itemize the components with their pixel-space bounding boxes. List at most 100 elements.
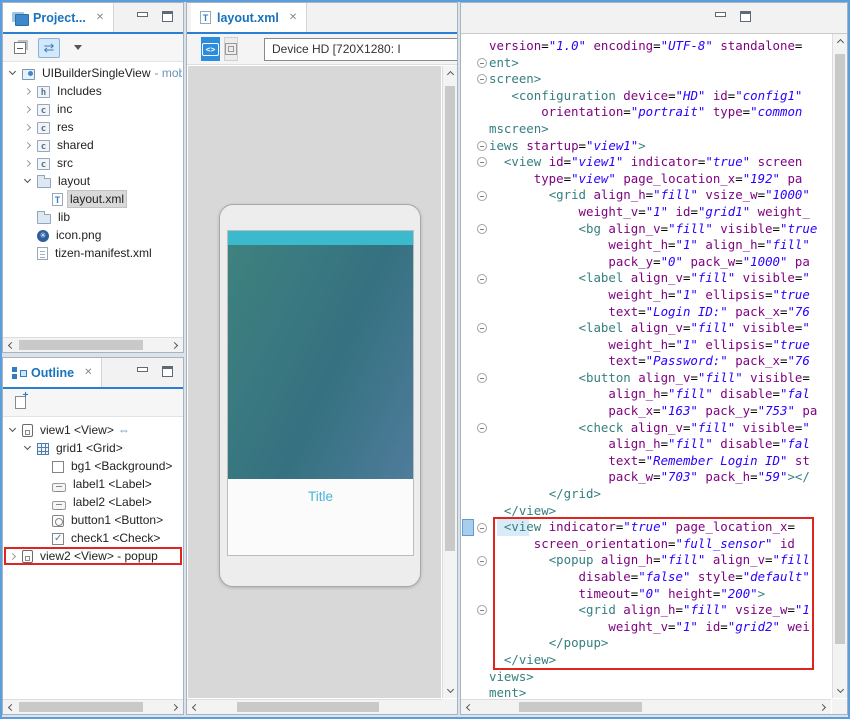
collapse-all-button[interactable] [9,38,31,58]
chevron-right-icon[interactable] [23,86,34,97]
code-line[interactable]: <bg align_v="fill" visible="true [462,221,831,238]
tab-layout-xml[interactable]: layout.xml ✕ [191,3,307,32]
scroll-down-icon[interactable] [443,683,458,698]
fold-collapse-icon[interactable] [477,523,487,533]
scroll-right-icon[interactable] [816,700,831,715]
preview-title[interactable]: Title [228,479,413,555]
scrollbar-thumb[interactable] [835,54,845,644]
code-line[interactable]: </popup> [462,635,831,652]
code-line[interactable]: <view id="view1" indicator="true" screen [462,154,831,171]
fold-collapse-icon[interactable] [477,157,487,167]
source-hscrollbar[interactable] [461,699,831,714]
code-line[interactable]: weight_h="1" ellipsis="true [462,287,831,304]
tree-item[interactable]: grid1 <Grid> [4,439,182,457]
fold-collapse-icon[interactable] [477,323,487,333]
scrollbar-thumb[interactable] [445,86,455,551]
tree-item[interactable]: label2 <Label> [4,493,182,511]
tree-item[interactable]: UIBuilderSingleView - mob [4,64,182,82]
tree-item[interactable]: layout.xml [4,190,182,208]
scroll-left-icon[interactable] [187,700,202,715]
close-icon[interactable]: ✕ [96,12,104,23]
fold-collapse-icon[interactable] [477,58,487,68]
code-line[interactable]: </view> [462,503,831,520]
code-line[interactable]: <label align_v="fill" visible=" [462,270,831,287]
code-line[interactable]: ent> [462,55,831,72]
tree-item[interactable]: button1 <Button> [4,511,182,529]
chevron-right-icon[interactable] [23,140,34,151]
code-line[interactable]: timeout="0" height="200"> [462,586,831,603]
code-line[interactable]: ment> [462,685,831,698]
scroll-left-icon[interactable] [3,700,18,715]
tree-item[interactable]: Includes [4,82,182,100]
fold-collapse-icon[interactable] [477,423,487,433]
preview-toggle[interactable] [224,37,238,61]
chevron-down-icon[interactable] [23,176,34,187]
code-line[interactable]: <grid align_h="fill" vsize_w="1000" [462,187,831,204]
code-line[interactable]: text="Remember Login ID" st [462,453,831,470]
code-line[interactable]: type="view" page_location_x="192" pa [462,171,831,188]
link-with-editor-button[interactable]: ⇄ [38,38,60,58]
chevron-down-icon[interactable] [8,68,19,79]
code-line[interactable]: iews startup="view1"> [462,138,831,155]
close-icon[interactable]: ✕ [289,12,297,23]
code-line[interactable]: weight_h="1" ellipsis="true [462,337,831,354]
tab-project-explorer[interactable]: Project... ✕ [3,3,114,32]
chevron-down-icon[interactable] [23,443,34,454]
code-line[interactable]: </view> [462,652,831,669]
chevron-right-icon[interactable] [23,158,34,169]
code-line[interactable]: </grid> [462,486,831,503]
fold-collapse-icon[interactable] [477,191,487,201]
code-line[interactable]: <configuration device="HD" id="config1" [462,88,831,105]
fold-collapse-icon[interactable] [477,141,487,151]
minimize-icon[interactable] [713,10,728,23]
source-vscrollbar[interactable] [832,34,847,698]
code-line[interactable]: pack_y="0" pack_w="1000" pa [462,254,831,271]
tree-item[interactable]: label1 <Label> [4,475,182,493]
fold-collapse-icon[interactable] [477,224,487,234]
tree-item[interactable]: lib [4,208,182,226]
code-line[interactable]: weight_v="1" id="grid2" wei [462,619,831,636]
canvas-hscrollbar[interactable] [187,699,457,714]
view-menu-button[interactable] [67,38,89,58]
maximize-icon[interactable] [160,365,175,378]
scroll-up-icon[interactable] [443,66,458,81]
outline-hscrollbar[interactable] [3,699,183,714]
tree-item[interactable]: src [4,154,182,172]
code-line[interactable]: pack_x="163" pack_y="753" pa [462,403,831,420]
minimize-icon[interactable] [135,365,150,378]
canvas-vscrollbar[interactable] [442,66,457,698]
tab-outline[interactable]: Outline ✕ [3,358,102,387]
close-icon[interactable]: ✕ [84,367,92,378]
chevron-down-icon[interactable] [8,425,19,436]
scroll-right-icon[interactable] [168,338,183,353]
code-line[interactable]: <view indicator="true" page_location_x= [462,519,831,536]
maximize-icon[interactable] [160,10,175,23]
code-line[interactable]: text="Password:" pack_x="76 [462,353,831,370]
code-line[interactable]: screen_orientation="full_sensor" id [462,536,831,553]
tree-item[interactable]: inc [4,100,182,118]
minimize-icon[interactable] [135,10,150,23]
code-line[interactable]: <check align_v="fill" visible=" [462,420,831,437]
scroll-left-icon[interactable] [461,700,476,715]
fold-collapse-icon[interactable] [477,556,487,566]
scroll-left-icon[interactable] [3,338,18,353]
tree-item[interactable]: view2 <View> - popup [4,547,182,565]
tree-item[interactable]: view1 <View> ⇔ [4,421,182,439]
tree-item[interactable]: icon.png [4,226,182,244]
scrollbar-thumb[interactable] [19,340,143,350]
tree-item[interactable]: bg1 <Background> [4,457,182,475]
scroll-right-icon[interactable] [168,700,183,715]
code-line[interactable]: <grid align_h="fill" vsize_w="1 [462,602,831,619]
scrollbar-thumb[interactable] [237,702,379,712]
code-line[interactable]: text="Login ID:" pack_x="76 [462,304,831,321]
tree-item[interactable]: layout [4,172,182,190]
tree-item[interactable]: tizen-manifest.xml [4,244,182,262]
chevron-right-icon[interactable] [23,122,34,133]
tree-item[interactable]: shared [4,136,182,154]
xml-source-editor[interactable]: version="1.0" encoding="UTF-8" standalon… [462,34,831,698]
preview-background-image[interactable] [228,245,413,479]
fold-collapse-icon[interactable] [477,74,487,84]
design-canvas[interactable]: Title [188,66,441,698]
code-line[interactable]: align_h="fill" disable="fal [462,436,831,453]
add-item-button[interactable] [9,393,31,413]
